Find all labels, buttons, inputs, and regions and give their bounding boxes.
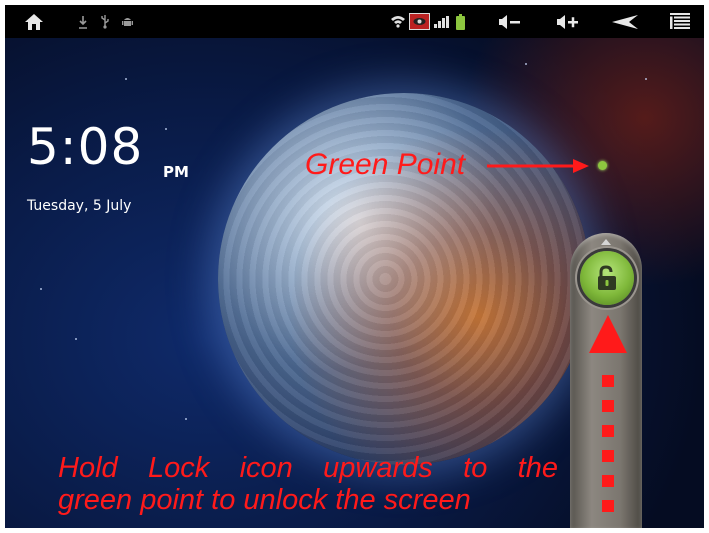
- signal-icon: [432, 5, 450, 38]
- star: [165, 128, 167, 130]
- status-bar: [5, 5, 704, 38]
- volume-up-icon[interactable]: [555, 5, 581, 38]
- annotation-arrow-up: [589, 315, 627, 512]
- download-icon: [77, 5, 89, 38]
- usb-icon: [99, 5, 111, 38]
- lockscreen-date: Tuesday, 5 July: [27, 198, 132, 214]
- slider-up-caret: [601, 239, 611, 245]
- hint-line-2: green point to unlock the screen: [58, 484, 471, 516]
- unlock-lock-button[interactable]: [580, 251, 634, 305]
- menu-icon[interactable]: [668, 5, 692, 38]
- star: [125, 78, 127, 80]
- home-icon[interactable]: [22, 5, 46, 38]
- volume-down-icon[interactable]: [497, 5, 523, 38]
- back-icon[interactable]: [610, 5, 640, 38]
- lockscreen-clock: 5:08: [27, 118, 144, 176]
- wifi-icon: [389, 5, 407, 38]
- green-point-annotation: Green Point: [305, 148, 466, 181]
- star: [645, 78, 647, 80]
- device-screen: 5:08 PM Tuesday, 5 July Green Point Hold…: [5, 5, 704, 528]
- annotation-arrow-right: [487, 159, 589, 173]
- unlock-instruction-annotation: Hold Lock icon upwards to the green poin…: [58, 452, 558, 516]
- battery-icon: [454, 5, 466, 38]
- lockscreen-ampm: PM: [163, 163, 189, 181]
- padlock-open-icon: [598, 265, 616, 290]
- star: [75, 338, 77, 340]
- star: [185, 418, 187, 420]
- notification-icon: [408, 5, 430, 38]
- green-point-target: [598, 161, 607, 170]
- star: [40, 288, 42, 290]
- star: [525, 63, 527, 65]
- hint-line-1: Hold Lock icon upwards to the: [58, 452, 558, 484]
- android-debug-icon: [120, 5, 134, 38]
